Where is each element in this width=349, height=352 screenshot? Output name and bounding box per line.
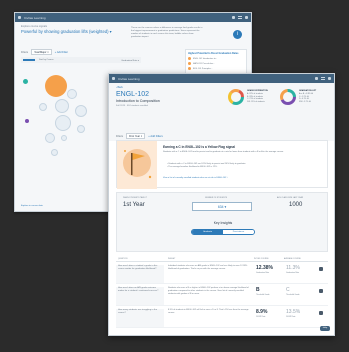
course-bubble[interactable] bbox=[77, 125, 85, 133]
app-title: Civitas Learning bbox=[118, 76, 140, 81]
insight-toggle: Graduate Persistence bbox=[191, 229, 255, 235]
orange-swatch-icon bbox=[188, 67, 191, 70]
class-size-value: 1000 bbox=[289, 202, 303, 208]
legend-item[interactable]: BIOL 101 Principles... bbox=[188, 67, 244, 70]
titlebar: Civitas Learning bbox=[109, 74, 334, 83]
key-insights-heading: Key Insights bbox=[213, 221, 233, 225]
expand-icon[interactable] bbox=[319, 311, 323, 315]
course-bubble[interactable] bbox=[51, 149, 58, 156]
signal-bullet: • The average baseline likelihood in ENG… bbox=[167, 165, 218, 168]
when-taken-value: 1st Year bbox=[123, 202, 145, 208]
lift-donut-icon bbox=[280, 89, 296, 105]
at-risk-students-link[interactable]: View a list of currently enrolled studen… bbox=[163, 177, 228, 179]
expand-icon[interactable] bbox=[319, 267, 323, 271]
grid-icon[interactable] bbox=[315, 77, 318, 80]
legend-item[interactable]: ENGL 102 Introduction to... bbox=[188, 57, 244, 60]
user-icon[interactable] bbox=[328, 77, 331, 80]
row-question: How many students are struggling in the … bbox=[116, 309, 164, 327]
sort-tab-indicator bbox=[23, 59, 35, 61]
info-button[interactable]: i bbox=[233, 30, 242, 39]
flag-illustration bbox=[117, 141, 157, 189]
insights-table: QUESTION INSIGHT IN THIS COURSE AVERAGE … bbox=[116, 256, 328, 330]
grade-donut-icon bbox=[228, 89, 244, 105]
titlebar: Civitas Learning bbox=[15, 13, 251, 22]
course-bubble[interactable] bbox=[61, 135, 67, 141]
sort-bar: Sort by Course Graduation Rate ▾ bbox=[21, 57, 141, 63]
legend-item[interactable]: MATH 111 Precalculus... bbox=[188, 62, 244, 65]
average-value: 11.3% bbox=[286, 265, 300, 271]
course-value: B bbox=[256, 287, 260, 293]
app-logo-icon bbox=[112, 77, 115, 80]
orange-swatch-icon bbox=[188, 62, 191, 65]
row-question: How much does a student's grade in this … bbox=[116, 265, 164, 283]
filter-bar: Filters First Year × + Add Filters bbox=[116, 133, 163, 139]
add-filter-button[interactable]: + Add Filter bbox=[55, 51, 68, 54]
course-bubble[interactable] bbox=[39, 103, 47, 111]
course-bubble[interactable] bbox=[55, 99, 69, 113]
course-bubble[interactable] bbox=[55, 115, 71, 131]
graduate-toggle[interactable]: Graduate bbox=[192, 230, 223, 234]
panel-title: Highest Potential to Boost Graduation Ra… bbox=[188, 52, 239, 55]
course-detail-window: Civitas Learning ‹ Back ENGL-102 Introdu… bbox=[108, 73, 335, 336]
signal-title: Earning a C in ENGL-102 is a Yellow Flag… bbox=[163, 145, 236, 149]
user-icon[interactable] bbox=[245, 16, 248, 19]
course-value: 8.9% bbox=[256, 309, 268, 315]
grid-icon[interactable] bbox=[232, 16, 235, 19]
explore-link[interactable]: Explore in course data bbox=[21, 205, 43, 207]
graduation-rate-dropdown[interactable]: Graduation Rate ▾ bbox=[121, 59, 139, 62]
orange-swatch-icon bbox=[188, 57, 191, 60]
row-question: How much does an A/B grade outcome matte… bbox=[116, 287, 164, 305]
num-students-select[interactable]: 634 ▾ bbox=[192, 202, 252, 211]
table-row: How many students are struggling in the … bbox=[116, 306, 328, 328]
course-bubble[interactable] bbox=[25, 119, 29, 123]
signal-card: Earning a C in ENGL-102 is a Yellow Flag… bbox=[116, 140, 328, 189]
app-logo-icon bbox=[18, 16, 21, 19]
table-row: How much does a student's grade in this … bbox=[116, 262, 328, 284]
course-bubble[interactable] bbox=[45, 133, 55, 143]
expand-icon[interactable] bbox=[319, 289, 323, 293]
table-row: How much does an A/B grade outcome matte… bbox=[116, 284, 328, 306]
average-value: 13.5% bbox=[286, 309, 301, 315]
bubble-chart bbox=[15, 69, 115, 209]
add-filter-button[interactable]: + Add Filters bbox=[148, 135, 163, 138]
app-title: Civitas Learning bbox=[24, 15, 46, 20]
help-button[interactable]: Help bbox=[320, 326, 330, 331]
row-insight: Individual students who earn an A/B grad… bbox=[168, 265, 248, 270]
stats-card: WHEN STUDENTS TAKE IT 1st Year NUMBER OF… bbox=[116, 192, 328, 252]
menu-icon[interactable] bbox=[321, 77, 325, 80]
page-description: These are the courses where a difference… bbox=[131, 27, 203, 38]
course-header: ‹ Back ENGL-102 Introduction to Composit… bbox=[109, 83, 334, 141]
filter-bar: Filters Year/Major × + Add Filter bbox=[21, 49, 68, 55]
filter-chip[interactable]: First Year × bbox=[126, 133, 146, 139]
when-taken-label: WHEN STUDENTS TAKE IT bbox=[123, 197, 147, 199]
course-bubble[interactable] bbox=[67, 89, 77, 99]
course-bubble[interactable] bbox=[45, 75, 67, 97]
course-bubble[interactable] bbox=[75, 105, 87, 117]
row-insight: 8.9% of students in ENGL-102 will fail o… bbox=[168, 309, 249, 314]
lift-legend: GRADUATION LIFT A or B: +8.8% lift C: -1… bbox=[299, 89, 317, 104]
persistence-toggle[interactable]: Persistence bbox=[223, 230, 254, 234]
filter-label: Filters bbox=[21, 50, 29, 54]
graduation-lift-summary: GRADUATION LIFT A or B: +8.8% lift C: -1… bbox=[279, 88, 316, 106]
num-students-label: NUMBER OF STUDENTS bbox=[205, 197, 228, 199]
sort-by-course[interactable]: Sort by Course bbox=[39, 59, 54, 61]
signal-text: Students with a C in ENGL-102 tend to pe… bbox=[163, 151, 284, 153]
grade-legend: GRADE DISTRIBUTION A: 32% of students B:… bbox=[247, 89, 268, 104]
row-insight: Students who earn a B or higher in ENGL-… bbox=[168, 287, 249, 295]
grade-distribution-summary: GRADE DISTRIBUTION A: 32% of students B:… bbox=[227, 88, 268, 106]
class-size-label: AVG CLASS SIZE LAST YEAR bbox=[277, 197, 304, 199]
course-bubble[interactable] bbox=[23, 79, 28, 84]
signal-bullets: • Students with a C in ENGL-102 are 8.9%… bbox=[167, 163, 323, 169]
average-value: C bbox=[286, 287, 290, 293]
course-value: 12.38% bbox=[256, 265, 273, 271]
menu-icon[interactable] bbox=[238, 16, 242, 19]
filter-label: Filters bbox=[116, 134, 124, 138]
filter-chip[interactable]: Year/Major × bbox=[31, 49, 52, 55]
yellow-flag-icon bbox=[123, 149, 152, 179]
